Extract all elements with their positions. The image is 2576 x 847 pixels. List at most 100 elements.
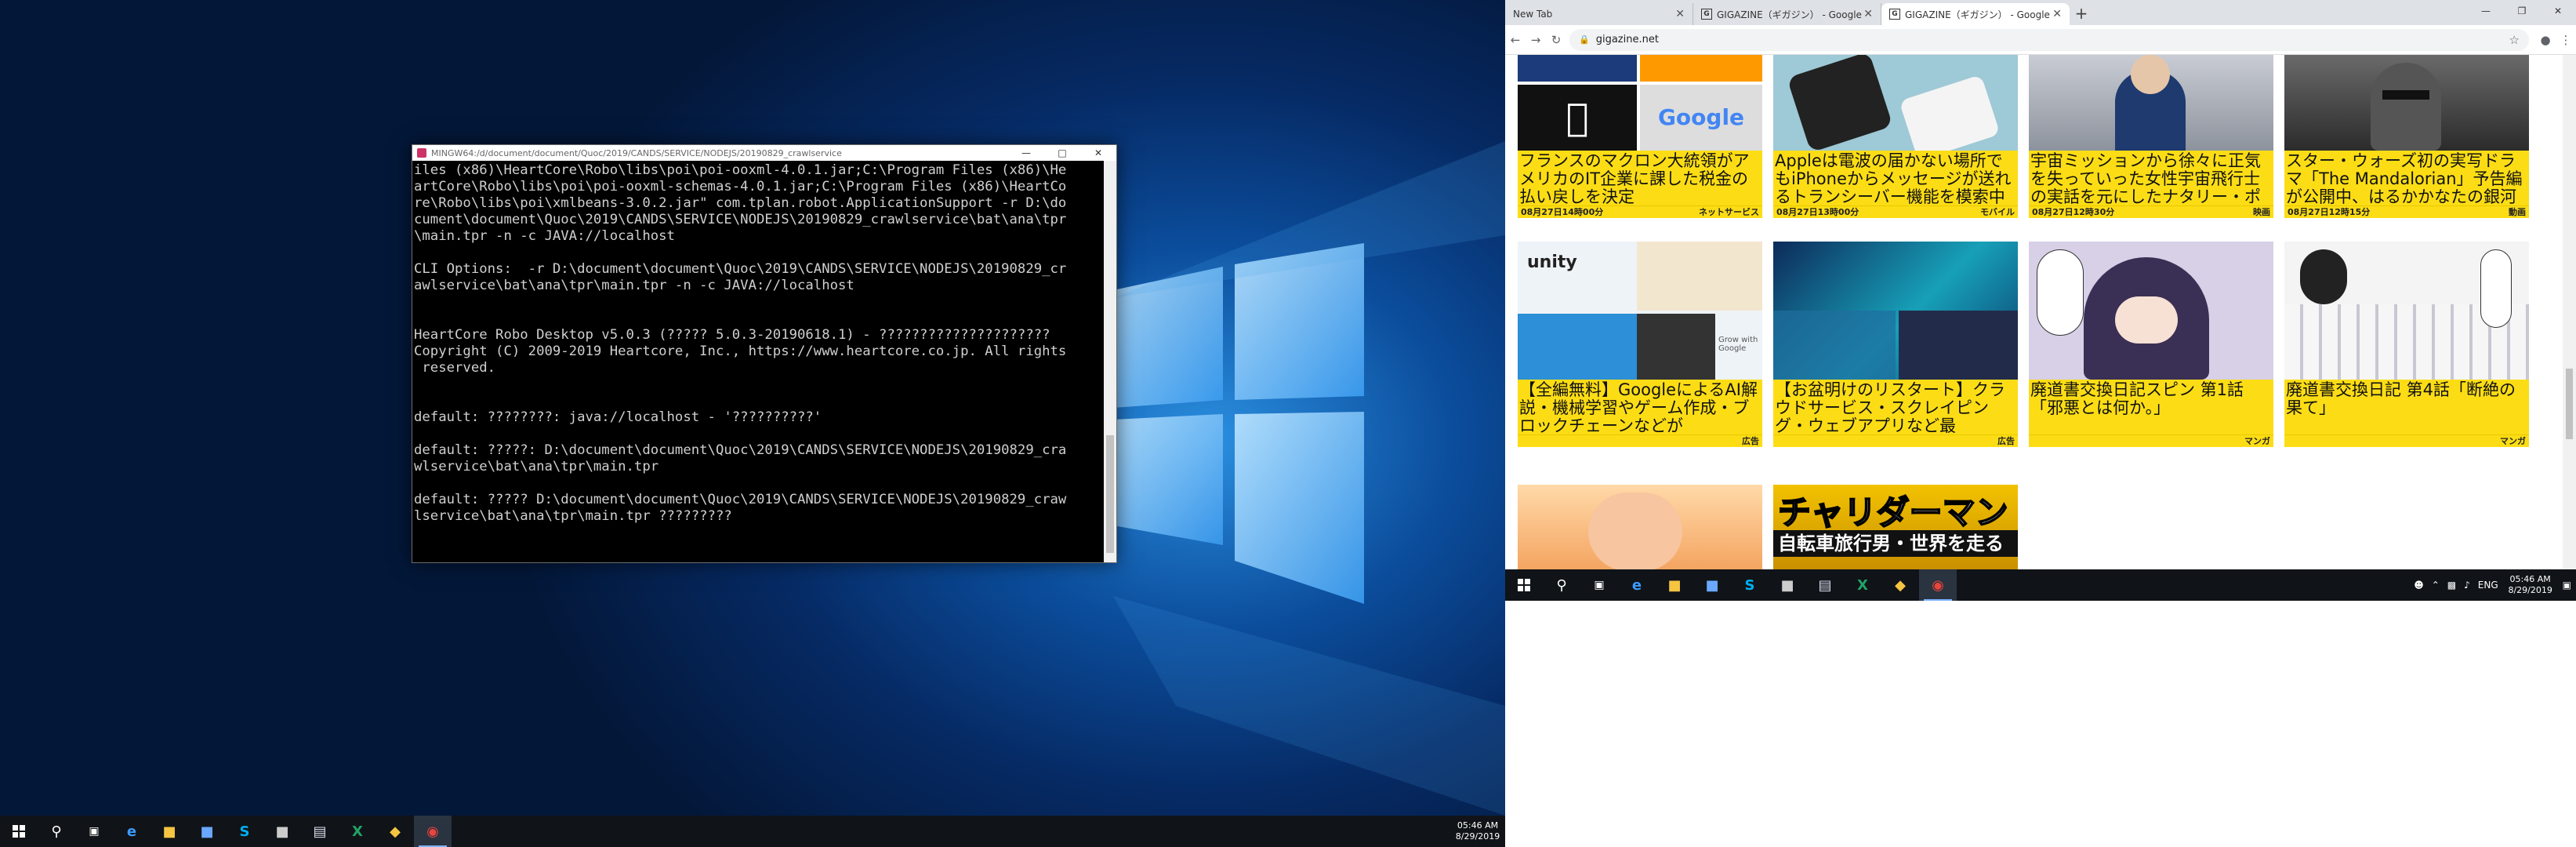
app-button[interactable]: ■ [1693,569,1731,601]
search-button[interactable]: ⚲ [1543,569,1580,601]
article-card[interactable]: 宇宙ミッションから徐々に正気を失っていった女性宇宙飛行士の実話を元にしたナタリー… [2029,55,2273,218]
minimize-button[interactable]: — [1008,147,1044,158]
git-bash-terminal-window[interactable]: MINGW64:/d/document/document/Quoc/2019/C… [412,144,1117,563]
article-card[interactable]: 廃道書交換日記 第4話「断絶の果て」 マンガ [2284,242,2529,447]
article-category[interactable]: ネットサービス [1699,206,1759,218]
close-tab-icon[interactable]: ✕ [1675,8,1685,20]
tab-gigazine-1[interactable]: G GIGAZINE（ギガジン） - Google ... ✕ [1693,3,1881,25]
article-title[interactable]: 【全編無料】GoogleによるAI解説・機械学習やゲーム作成・ブロックチェーンな… [1518,380,1762,434]
address-bar[interactable]: 🔒 gigazine.net ☆ [1569,28,2529,51]
article-meta: マンガ [2029,434,2273,447]
back-button[interactable]: ← [1505,33,1526,47]
new-tab-button[interactable]: + [2070,3,2093,25]
clock[interactable]: 05:46 AM 8/29/2019 [2506,574,2555,596]
article-card[interactable]: スター・ウォーズ初の実写ドラマ「The Mandalorian」予告編が公開中、… [2284,55,2529,218]
git-button[interactable]: ◆ [1881,569,1919,601]
folder-icon: ■ [1667,576,1682,594]
forward-button[interactable]: → [1526,33,1546,47]
file-explorer-button[interactable]: ■ [1656,569,1693,601]
skype-icon: S [1744,576,1755,594]
git-button[interactable]: ◆ [376,816,414,847]
blank-area [1505,601,2576,847]
article-title[interactable]: フランスのマクロン大統領がアメリカのIT企業に課した税金の払い戻しを決定 [1518,151,1762,205]
article-card[interactable]:  Google フランスのマクロン大統領がアメリカのIT企業に課した税金の払い… [1518,55,1762,218]
article-category[interactable]: マンガ [2244,435,2270,447]
article-card[interactable]: 廃道書交換日記スピン 第1話「邪悪とは何か。」 マンガ [2029,242,2273,447]
excel-button[interactable]: X [339,816,376,847]
article-category[interactable]: マンガ [2500,435,2526,447]
article-category[interactable]: 広告 [1997,435,2015,447]
terminal-scrollbar[interactable] [1104,161,1116,562]
language-indicator[interactable]: ENG [2478,580,2498,591]
clock[interactable]: 05:46 AM 8/29/2019 [1450,820,1505,842]
notification-icon[interactable]: ▣ [2563,580,2571,591]
article-category[interactable]: 映画 [2253,206,2270,218]
article-title[interactable]: Appleは電波の届かない場所でもiPhoneからメッセージが送れるトランシーバ… [1773,151,2018,205]
chrome-button[interactable]: ◉ [414,816,452,847]
search-button[interactable]: ⚲ [38,816,75,847]
excel-button[interactable]: X [1844,569,1881,601]
article-category[interactable]: モバイル [1980,206,2015,218]
start-button[interactable] [0,816,38,847]
article-title[interactable]: スター・ウォーズ初の実写ドラマ「The Mandalorian」予告編が公開中、… [2284,151,2529,205]
article-card[interactable]: チャリダーマン 自転車旅行男・世界を走る [1773,485,2018,571]
notepad-button[interactable]: ▤ [301,816,339,847]
article-card[interactable] [1518,485,1762,571]
article-card[interactable]: unity Grow with Google 【全編無料】GoogleによるAI… [1518,242,1762,447]
tab-new-tab[interactable]: New Tab ✕ [1505,3,1693,25]
article-card[interactable]: 【お盆明けのリスタート】クラウドサービス・スクレイピング・ウェブアプリなど最 広… [1773,242,2018,447]
notepad-button[interactable]: ▤ [1806,569,1844,601]
start-button[interactable] [1505,569,1543,601]
terminal-output[interactable]: iles (x86)\HeartCore\Robo\libs\poi\poi-o… [412,161,1104,562]
profile-button[interactable]: ● [2535,33,2556,47]
scrollbar-thumb[interactable] [2566,369,2573,439]
reload-button[interactable]: ↻ [1546,33,1566,47]
file-explorer-button[interactable]: ■ [151,816,188,847]
browser-restore-button[interactable]: ❐ [2504,0,2540,22]
bookmark-star-icon[interactable]: ☆ [2509,33,2520,47]
google-logo: Google [1640,85,1762,151]
network-icon[interactable]: ▩ [2447,580,2456,591]
edge-icon: e [126,823,137,840]
scrollbar-thumb[interactable] [1106,435,1114,553]
article-category[interactable]: 広告 [1742,435,1759,447]
chrome-button[interactable]: ◉ [1919,569,1957,601]
volume-icon[interactable]: ♪ [2464,580,2470,591]
gigazine-page[interactable]:  Google フランスのマクロン大統領がアメリカのIT企業に課した税金の払い… [1505,55,2576,573]
article-meta: 08月27日12時30分 映画 [2029,205,2273,218]
edge-button[interactable]: e [113,816,151,847]
terminal-line: awlservice\bat\ana\tpr\main.tpr -n -c JA… [414,278,854,293]
tab-gigazine-2[interactable]: G GIGAZINE（ギガジン） - Google ... ✕ [1881,3,2070,25]
article-card[interactable]: Appleは電波の届かない場所でもiPhoneからメッセージが送れるトランシーバ… [1773,55,2018,218]
tab-label: GIGAZINE（ギガジン） - Google ... [1905,9,2053,20]
people-icon[interactable]: ☻ [2414,580,2424,591]
browser-close-button[interactable]: ✕ [2540,0,2576,22]
close-button[interactable]: ✕ [1080,147,1116,158]
app-button-2[interactable]: ■ [1769,569,1806,601]
task-view-button[interactable]: ▣ [75,816,113,847]
app-button[interactable]: ■ [188,816,226,847]
article-thumbnail: チャリダーマン 自転車旅行男・世界を走る [1773,485,2018,571]
terminal-line: default: ?????: D:\document\document\Quo… [414,442,1067,458]
article-title[interactable]: 廃道書交換日記 第4話「断絶の果て」 [2284,380,2529,434]
app-button-2[interactable]: ■ [263,816,301,847]
chrome-icon: ◉ [1932,576,1944,594]
kebab-menu-icon: ⋮ [2560,32,2572,47]
article-category[interactable]: 動画 [2509,206,2526,218]
maximize-button[interactable]: □ [1044,147,1080,158]
browser-minimize-button[interactable]: — [2468,0,2504,22]
close-tab-icon[interactable]: ✕ [1863,8,1873,20]
terminal-title-bar[interactable]: MINGW64:/d/document/document/Quoc/2019/C… [412,145,1116,161]
close-tab-icon[interactable]: ✕ [2052,8,2062,20]
skype-button[interactable]: S [226,816,263,847]
page-scrollbar[interactable] [2563,55,2576,573]
article-title[interactable]: 廃道書交換日記スピン 第1話「邪悪とは何か。」 [2029,380,2273,434]
task-view-button[interactable]: ▣ [1580,569,1618,601]
menu-button[interactable]: ⋮ [2556,33,2576,47]
skype-button[interactable]: S [1731,569,1769,601]
edge-button[interactable]: e [1618,569,1656,601]
article-title[interactable]: 【お盆明けのリスタート】クラウドサービス・スクレイピング・ウェブアプリなど最 [1773,380,2018,434]
article-title[interactable]: 宇宙ミッションから徐々に正気を失っていった女性宇宙飛行士の実話を元にしたナタリー… [2029,151,2273,205]
chevron-up-icon[interactable]: ⌃ [2432,580,2440,591]
